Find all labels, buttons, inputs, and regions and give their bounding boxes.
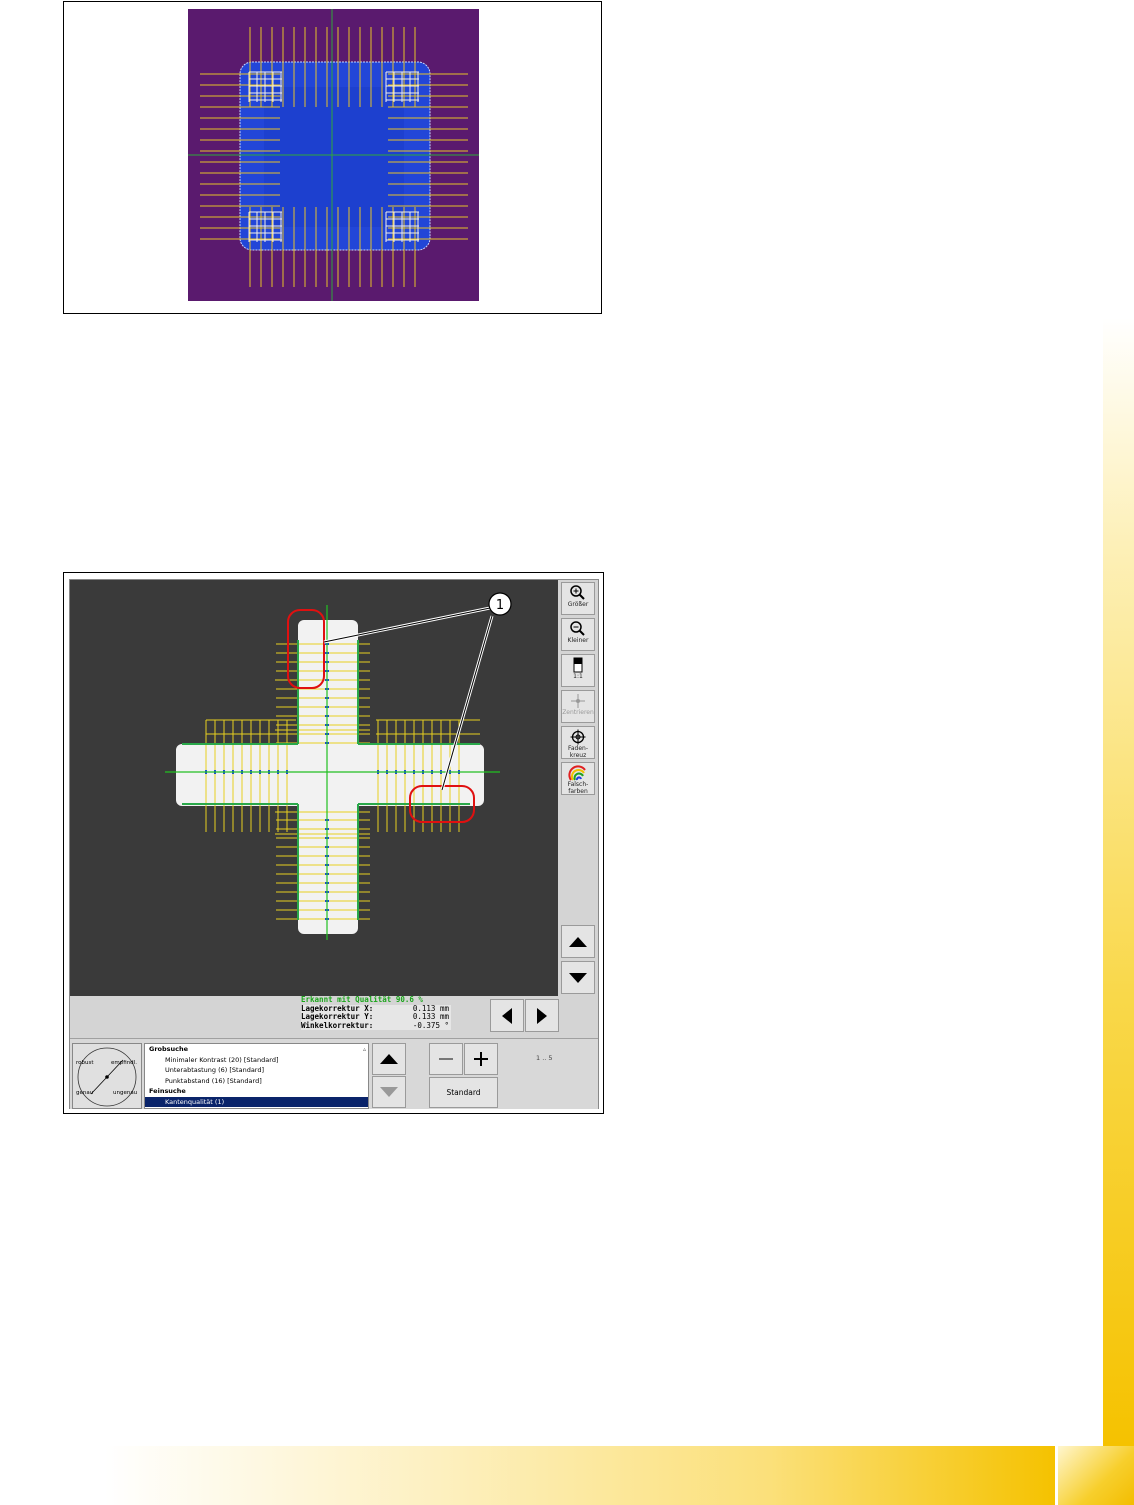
- scale-1-1-button[interactable]: 1:1: [561, 654, 595, 687]
- increase-button[interactable]: [464, 1043, 498, 1075]
- zoom-in-button[interactable]: Größer: [561, 582, 595, 615]
- zoom-out-button[interactable]: Kleiner: [561, 618, 595, 651]
- recognition-status: Erkannt mit Qualität 90.6 % Lagekorrektu…: [301, 995, 451, 1036]
- list-scroll-indicator-icon: ▵: [362, 1046, 366, 1053]
- crosshair-button[interactable]: Faden- kreuz: [561, 726, 595, 759]
- param-group-header: Grobsuche: [149, 1045, 189, 1053]
- sensitivity-dial[interactable]: robust empfindl. genau ungenau: [72, 1043, 142, 1109]
- scale-icon: [568, 657, 588, 673]
- crosshair-label: Faden- kreuz: [567, 745, 589, 759]
- status-row-angle: Winkelkorrektur: -0.375 °: [301, 1020, 449, 1030]
- false-colors-button[interactable]: Falsch- farben: [561, 762, 595, 795]
- side-accent-bar: [1103, 318, 1134, 1446]
- center-button[interactable]: Zentrieren: [561, 690, 595, 723]
- zoom-out-icon: [568, 621, 588, 637]
- dial-label-sensitive: empfindl.: [111, 1060, 137, 1066]
- dial-label-imprecise: ungenau: [113, 1090, 137, 1096]
- list-down-button[interactable]: [372, 1076, 406, 1108]
- triangle-down-icon: [569, 972, 587, 983]
- false-colors-label: Falsch- farben: [567, 781, 589, 795]
- scroll-down-button[interactable]: [561, 961, 595, 994]
- param-item[interactable]: Punktabstand (16) [Standard]: [145, 1076, 368, 1087]
- camera-view[interactable]: 1: [70, 580, 558, 996]
- triangle-up-icon: [380, 1054, 398, 1064]
- triangle-down-icon: [380, 1087, 398, 1097]
- figure-2-pattern-recognition-screen: 1 Größer Kleiner 1:1 Zentrieren Faden- kreuz…: [63, 572, 604, 1114]
- triangle-right-icon: [537, 1007, 547, 1024]
- figure-1-false-color-image: [63, 1, 602, 314]
- recognition-window: 1 Größer Kleiner 1:1 Zentrieren Faden- kreuz…: [69, 579, 599, 1109]
- zoom-in-label: Größer: [567, 601, 589, 608]
- parameter-panel: robust empfindl. genau ungenau ▵ Grobsuc…: [70, 1038, 598, 1109]
- bottom-accent-bar: [105, 1446, 1055, 1505]
- zoom-in-icon: [568, 585, 588, 601]
- plus-icon: [474, 1052, 488, 1066]
- param-item[interactable]: Unterabtastung (6) [Standard]: [145, 1065, 368, 1076]
- view-toolbar: Größer Kleiner 1:1 Zentrieren Faden- kreuz Fa…: [561, 582, 597, 798]
- dial-label-precise: genau: [76, 1090, 93, 1096]
- decrease-button[interactable]: [429, 1043, 463, 1075]
- zoom-out-label: Kleiner: [567, 637, 589, 644]
- param-item[interactable]: Kantenqualität (1): [145, 1096, 368, 1107]
- param-item[interactable]: Minimaler Kontrast (20) [Standard]: [145, 1055, 368, 1066]
- list-up-button[interactable]: [372, 1043, 406, 1075]
- triangle-up-icon: [569, 936, 587, 947]
- center-label: Zentrieren: [562, 709, 594, 716]
- scroll-up-button[interactable]: [561, 925, 595, 958]
- false-color-view: [188, 9, 479, 301]
- dial-graphic: robust empfindl. genau ungenau: [76, 1047, 137, 1107]
- corner-accent-block: [1058, 1446, 1134, 1505]
- parameter-list[interactable]: ▵ Grobsuche Minimaler Kontrast (20) [Stan…: [144, 1043, 369, 1109]
- rainbow-icon: [568, 765, 588, 781]
- dial-label-robust: robust: [76, 1060, 94, 1066]
- move-right-button[interactable]: [525, 999, 559, 1032]
- scale-1-1-label: 1:1: [573, 673, 583, 680]
- param-group-header: Feinsuche: [149, 1087, 186, 1095]
- crosshair-icon: [568, 729, 588, 745]
- object-inner-area: [264, 87, 404, 227]
- standard-button[interactable]: Standard: [429, 1077, 498, 1108]
- callout-number: 1: [496, 598, 504, 613]
- move-left-button[interactable]: [490, 999, 524, 1032]
- triangle-left-icon: [502, 1007, 512, 1024]
- value-range-label: 1 .. 5: [536, 1054, 553, 1062]
- center-icon: [568, 693, 588, 709]
- minus-icon: [439, 1058, 453, 1060]
